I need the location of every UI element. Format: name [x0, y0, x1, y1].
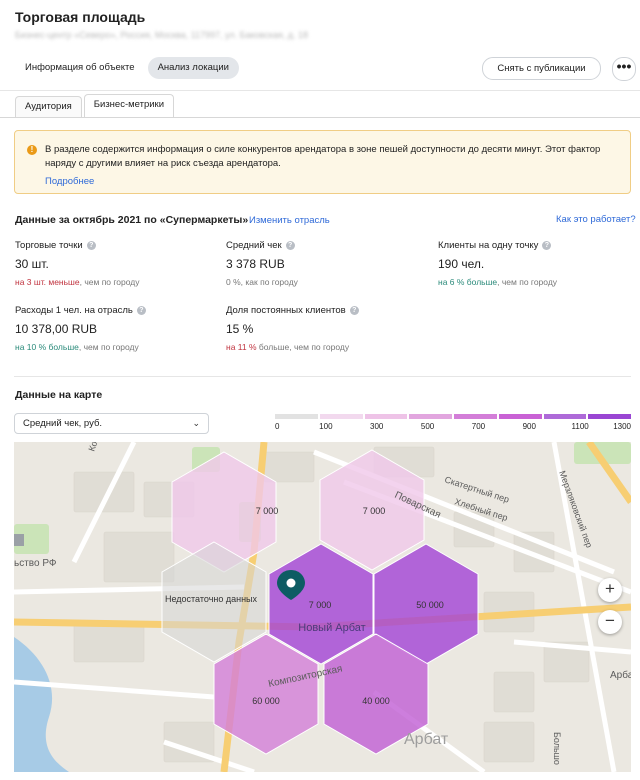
hex-label: 7 000: [309, 600, 332, 610]
legend-swatch: [498, 414, 542, 419]
metric-comparison: на 10 % больше, чем по городу: [15, 342, 210, 352]
metric-value: 15 %: [226, 322, 254, 336]
metric-value: 190 чел.: [438, 257, 485, 271]
tab-object-info[interactable]: Информация об объекте: [15, 57, 145, 79]
metric-delta-suffix: , как по городу: [240, 277, 298, 287]
legend-swatch: [319, 414, 363, 419]
question-icon[interactable]: ?: [349, 306, 359, 315]
unpublish-button[interactable]: Снять с публикации: [482, 57, 601, 80]
metric-delta: 0 %: [226, 277, 241, 287]
color-legend: 0 100 300 500 700 900 1100 1300: [275, 414, 631, 434]
legend-tick: 500: [420, 422, 435, 431]
legend-tick: 1100: [571, 422, 589, 431]
hex-label: 7 000: [256, 506, 279, 516]
zoom-in-button[interactable]: +: [598, 578, 622, 602]
metric-clients-per-point: Клиенты на одну точку? 190 чел. на 6 % б…: [438, 240, 633, 287]
address: Бизнес-центр «Северо», Россия, Москва, 1…: [15, 30, 308, 40]
metro-icon: [14, 534, 24, 546]
legend-tick: 100: [319, 422, 333, 431]
metric-delta-suffix: , чем по городу: [78, 342, 139, 352]
chevron-down-icon: ⌄: [192, 418, 200, 428]
street-label: Арба: [610, 669, 631, 681]
metric-label: Клиенты на одну точку: [438, 240, 539, 251]
legend-swatch: [409, 414, 452, 419]
street-label: Новый Арбат: [298, 622, 365, 634]
hex-label-wrapper: Недостаточно данных: [164, 594, 258, 604]
map[interactable]: 7 000 7 000 Недостаточно данных 7 000 50…: [14, 442, 631, 772]
street-label: ьство РФ: [14, 558, 57, 569]
hex-label: Недостаточно данных: [164, 594, 258, 604]
warning-icon: !: [27, 145, 37, 155]
metric-comparison: 0 %, как по городу: [226, 277, 421, 287]
legend-tick: 700: [471, 422, 486, 431]
map-section-title: Данные на карте: [15, 389, 103, 401]
divider: [14, 376, 631, 377]
metric-value: 3 378 RUB: [226, 257, 285, 271]
divider: [0, 90, 640, 91]
change-industry-link[interactable]: Изменить отрасль: [249, 215, 330, 226]
how-it-works-link[interactable]: Как это работает?: [556, 214, 636, 225]
section-title: Данные за октябрь 2021 по «Супермаркеты»: [15, 214, 249, 226]
question-icon[interactable]: ?: [86, 241, 96, 250]
legend-swatch: [454, 414, 497, 419]
question-icon[interactable]: ?: [542, 241, 552, 250]
street-label: Арбат: [404, 731, 449, 748]
legend-swatch: [543, 414, 587, 419]
legend-tick: 0: [275, 422, 280, 431]
metric-sales-points: Торговые точки? 30 шт. на 3 шт. меньше, …: [15, 240, 210, 287]
metric-comparison: на 3 шт. меньше, чем по городу: [15, 277, 210, 287]
metric-comparison: на 6 % больше, чем по городу: [438, 277, 633, 287]
more-info-link[interactable]: Подробнее: [45, 176, 94, 187]
hex-label: 40 000: [362, 696, 390, 706]
street-label: Большо: [552, 732, 562, 765]
question-icon[interactable]: ?: [136, 306, 146, 315]
legend-bars: [275, 414, 631, 419]
metric-delta: на 10 % больше: [15, 342, 79, 352]
metric-value: 30 шт.: [15, 257, 49, 271]
metric-delta: на 3 шт. меньше: [15, 277, 80, 287]
legend-tick: 300: [370, 422, 384, 431]
top-tabs: Информация об объекте Анализ локации: [15, 57, 239, 79]
zoom-out-button[interactable]: −: [598, 610, 622, 634]
tab-business-metrics[interactable]: Бизнес-метрики: [83, 94, 175, 117]
hex-label: 7 000: [363, 506, 386, 516]
more-button[interactable]: •••: [612, 57, 636, 81]
metric-average-check: Средний чек? 3 378 RUB 0 %, как по город…: [226, 240, 421, 287]
info-alert: ! В разделе содержится информация о силе…: [14, 130, 631, 194]
metric-regular-clients-share: Доля постоянных клиентов? 15 % на 11 % б…: [226, 305, 421, 352]
metric-value: 10 378,00 RUB: [15, 322, 98, 336]
metric-label: Средний чек: [226, 240, 282, 251]
legend-ticks: 0 100 300 500 700 900 1100 1300: [275, 422, 631, 434]
metric-label: Торговые точки: [15, 240, 83, 251]
metric-delta-suffix: больше, чем по городу: [256, 342, 350, 352]
question-icon[interactable]: ?: [285, 241, 295, 250]
hex-label: 50 000: [416, 600, 444, 610]
metric-select-value: Средний чек, руб.: [23, 418, 103, 429]
tab-location-analysis[interactable]: Анализ локации: [147, 57, 239, 79]
map-canvas[interactable]: 7 000 7 000 Недостаточно данных 7 000 50…: [14, 442, 631, 772]
page-title: Торговая площадь: [15, 9, 146, 25]
metric-delta-suffix: , чем по городу: [79, 277, 140, 287]
sub-tabs: Аудитория Бизнес-метрики: [15, 94, 176, 117]
metric-label: Расходы 1 чел. на отрасль: [15, 305, 133, 316]
metric-spend-per-person: Расходы 1 чел. на отрасль? 10 378,00 RUB…: [15, 305, 210, 352]
metric-comparison: на 11 % больше, чем по городу: [226, 342, 421, 352]
legend-tick: 900: [522, 422, 536, 431]
metric-delta: на 6 % больше: [438, 277, 498, 287]
metric-delta: на 11 %: [226, 342, 257, 352]
hex-label: 60 000: [252, 696, 280, 706]
legend-tick: 1300: [613, 422, 631, 431]
legend-swatch: [364, 414, 408, 419]
alert-text: В разделе содержится информация о силе к…: [45, 144, 601, 169]
metric-delta-suffix: , чем по городу: [497, 277, 558, 287]
tabs-divider: [0, 117, 640, 118]
legend-swatch: [275, 414, 318, 419]
tab-audience[interactable]: Аудитория: [15, 96, 82, 117]
metric-select[interactable]: Средний чек, руб. ⌄: [14, 413, 209, 434]
metric-label: Доля постоянных клиентов: [226, 305, 346, 316]
legend-swatch: [588, 414, 631, 419]
